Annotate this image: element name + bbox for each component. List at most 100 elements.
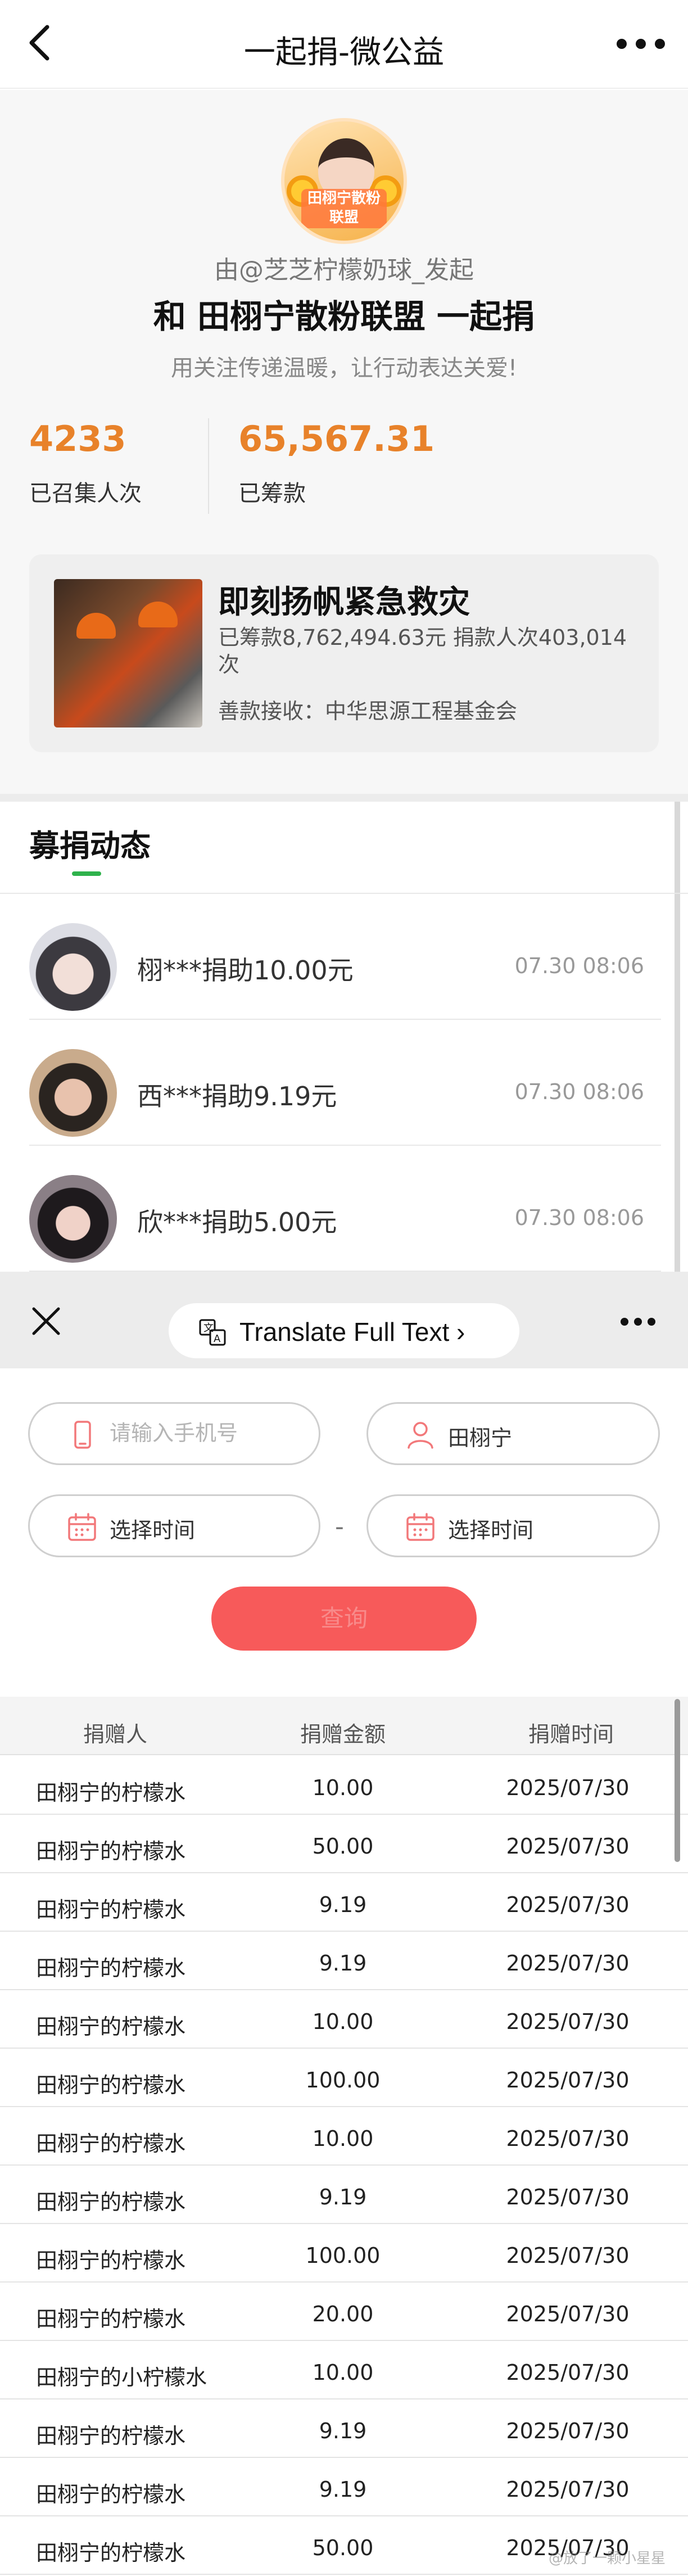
section-divider <box>0 794 688 802</box>
stat-participants: 4233 已召集人次 <box>29 418 142 508</box>
table-row: 田栩宁的柠檬水 9.19 2025/07/30 <box>0 2399 688 2458</box>
page-title: 一起捐-微公益 <box>243 34 445 71</box>
amount-cell: 10.00 <box>312 2009 374 2034</box>
close-icon[interactable] <box>30 1305 62 1337</box>
svg-text:A: A <box>214 1333 221 1345</box>
amount-cell: 50.00 <box>312 1834 374 1859</box>
date-cell: 2025/07/30 <box>506 1834 630 1859</box>
donor-cell: 田栩宁的柠檬水 <box>36 2541 186 2565</box>
start-date-field[interactable]: 选择时间 <box>28 1494 320 1557</box>
stat-value: 65,567.31 <box>238 418 435 459</box>
stat-raised: 65,567.31 已筹款 <box>238 418 434 508</box>
column-header-amount: 捐赠金额 <box>300 1722 386 1747</box>
phone-input[interactable] <box>110 1421 278 1445</box>
amount-cell: 10.00 <box>312 2126 374 2151</box>
project-card[interactable]: 即刻扬帆紧急救灾 已筹款8,762,494.63元 捐款人次403,014次 善… <box>29 554 659 752</box>
feed-item-text: 欣***捐助5.00元 <box>137 1207 337 1237</box>
name-input[interactable]: 田栩宁 <box>448 1421 617 1452</box>
calendar-icon <box>68 1513 96 1541</box>
column-header-donor: 捐赠人 <box>83 1722 148 1747</box>
translate-bar: 文 A Translate Full Text › <box>0 1272 688 1368</box>
feed-item-time: 07.30 08:06 <box>514 1205 644 1230</box>
table-row: 田栩宁的柠檬水 10.00 2025/07/30 <box>0 2107 688 2166</box>
table-row: 田栩宁的柠檬水 10.00 2025/07/30 <box>0 1756 688 1815</box>
date-cell: 2025/07/30 <box>506 1775 630 1800</box>
campaign-initiator[interactable]: 由@芝芝柠檬奶球_发起 <box>0 250 688 286</box>
amount-cell: 20.00 <box>312 2302 374 2326</box>
date-cell: 2025/07/30 <box>506 2302 630 2326</box>
donation-table-header: 捐赠人 捐赠金额 捐赠时间 <box>0 1697 688 1755</box>
stat-label: 已筹款 <box>238 481 306 507</box>
donor-cell: 田栩宁的柠檬水 <box>36 1839 186 1864</box>
stat-value: 4233 <box>29 418 126 459</box>
table-row: 田栩宁的小柠檬水 10.00 2025/07/30 <box>0 2341 688 2399</box>
donor-cell: 田栩宁的柠檬水 <box>36 2073 186 2098</box>
rescue-helmet <box>76 613 116 639</box>
tab-donation-feed[interactable]: 募捐动态 <box>29 821 151 865</box>
date-cell: 2025/07/30 <box>506 2185 630 2209</box>
more-dots-icon[interactable] <box>614 29 668 58</box>
project-image <box>54 579 202 727</box>
donor-cell: 田栩宁的小柠檬水 <box>36 2365 207 2390</box>
amount-cell: 9.19 <box>319 1951 367 1976</box>
amount-cell: 9.19 <box>319 2185 367 2209</box>
rescue-helmet <box>138 602 178 627</box>
campaign-header: 田栩宁散粉联盟 由@芝芝柠檬奶球_发起 和 田栩宁散粉联盟 一起捐 用关注传递温… <box>0 90 688 794</box>
table-row: 田栩宁的柠檬水 9.19 2025/07/30 <box>0 2166 688 2224</box>
amount-cell: 9.19 <box>319 1892 367 1917</box>
svg-text:文: 文 <box>203 1322 214 1334</box>
feed-item: 栩***捐助10.00元 07.30 08:06 <box>29 894 661 1020</box>
watermark: @放了一颗小星星 <box>548 2550 666 2567</box>
phone-field[interactable] <box>28 1402 320 1465</box>
table-row: 田栩宁的柠檬水 50.00 2025/07/30 <box>0 1815 688 1873</box>
donor-cell: 田栩宁的柠檬水 <box>36 2014 186 2039</box>
campaign-title: 和 田栩宁散粉联盟 一起捐 <box>153 297 535 336</box>
amount-cell: 10.00 <box>312 1775 374 1800</box>
avatar <box>29 1049 117 1137</box>
feed-item: 西***捐助9.19元 07.30 08:06 <box>29 1020 661 1146</box>
stat-divider <box>208 418 209 514</box>
date-range-separator: - <box>335 1512 344 1541</box>
donor-cell: 田栩宁的柠檬水 <box>36 2131 186 2156</box>
top-nav-bar: 一起捐-微公益 <box>0 0 688 89</box>
calendar-icon <box>406 1513 434 1541</box>
date-cell: 2025/07/30 <box>506 2126 630 2151</box>
table-row: 田栩宁的柠檬水 9.19 2025/07/30 <box>0 1873 688 1932</box>
campaign-avatar: 田栩宁散粉联盟 <box>281 118 407 244</box>
table-scrollbar[interactable] <box>675 1699 680 1862</box>
translate-label: Translate Full Text › <box>239 1317 465 1346</box>
end-date-label: 选择时间 <box>448 1518 534 1543</box>
donor-cell: 田栩宁的柠檬水 <box>36 1780 186 1805</box>
amount-cell: 100.00 <box>305 2068 381 2093</box>
amount-cell: 10.00 <box>312 2360 374 2385</box>
active-tab-indicator <box>72 871 101 876</box>
donor-cell: 田栩宁的柠檬水 <box>36 2307 186 2331</box>
donor-cell: 田栩宁的柠檬水 <box>36 1956 186 1981</box>
translate-full-text-button[interactable]: 文 A Translate Full Text › <box>169 1303 519 1358</box>
feed-item-time: 07.30 08:06 <box>514 953 644 978</box>
more-dots-icon[interactable] <box>619 1316 657 1328</box>
amount-cell: 100.00 <box>305 2243 381 2268</box>
donor-cell: 田栩宁的柠檬水 <box>36 2248 186 2273</box>
date-cell: 2025/07/30 <box>506 2477 630 2502</box>
donor-cell: 田栩宁的柠檬水 <box>36 1897 186 1922</box>
campaign-stats: 4233 已召集人次 65,567.31 已筹款 <box>29 418 659 514</box>
project-name: 即刻扬帆紧急救灾 <box>218 584 470 621</box>
feed-item: 欣***捐助5.00元 07.30 08:06 <box>29 1146 661 1272</box>
date-cell: 2025/07/30 <box>506 2419 630 2443</box>
name-field[interactable]: 田栩宁 <box>366 1402 660 1465</box>
project-stats: 已筹款8,762,494.63元 捐款人次403,014次 <box>218 625 627 677</box>
avatar <box>29 1175 117 1263</box>
donor-cell: 田栩宁的柠檬水 <box>36 2424 186 2448</box>
query-button[interactable]: 查询 <box>211 1587 477 1651</box>
table-row: 田栩宁的柠檬水 100.00 2025/07/30 <box>0 2224 688 2283</box>
date-cell: 2025/07/30 <box>506 2360 630 2385</box>
avatar <box>29 923 117 1011</box>
date-cell: 2025/07/30 <box>506 2009 630 2034</box>
date-cell: 2025/07/30 <box>506 1951 630 1976</box>
date-cell: 2025/07/30 <box>506 2243 630 2268</box>
project-receiver: 善款接收：中华思源工程基金会 <box>218 699 518 724</box>
feed-item-time: 07.30 08:06 <box>514 1079 644 1104</box>
end-date-field[interactable]: 选择时间 <box>366 1494 660 1557</box>
feed-item-text: 栩***捐助10.00元 <box>137 955 354 986</box>
